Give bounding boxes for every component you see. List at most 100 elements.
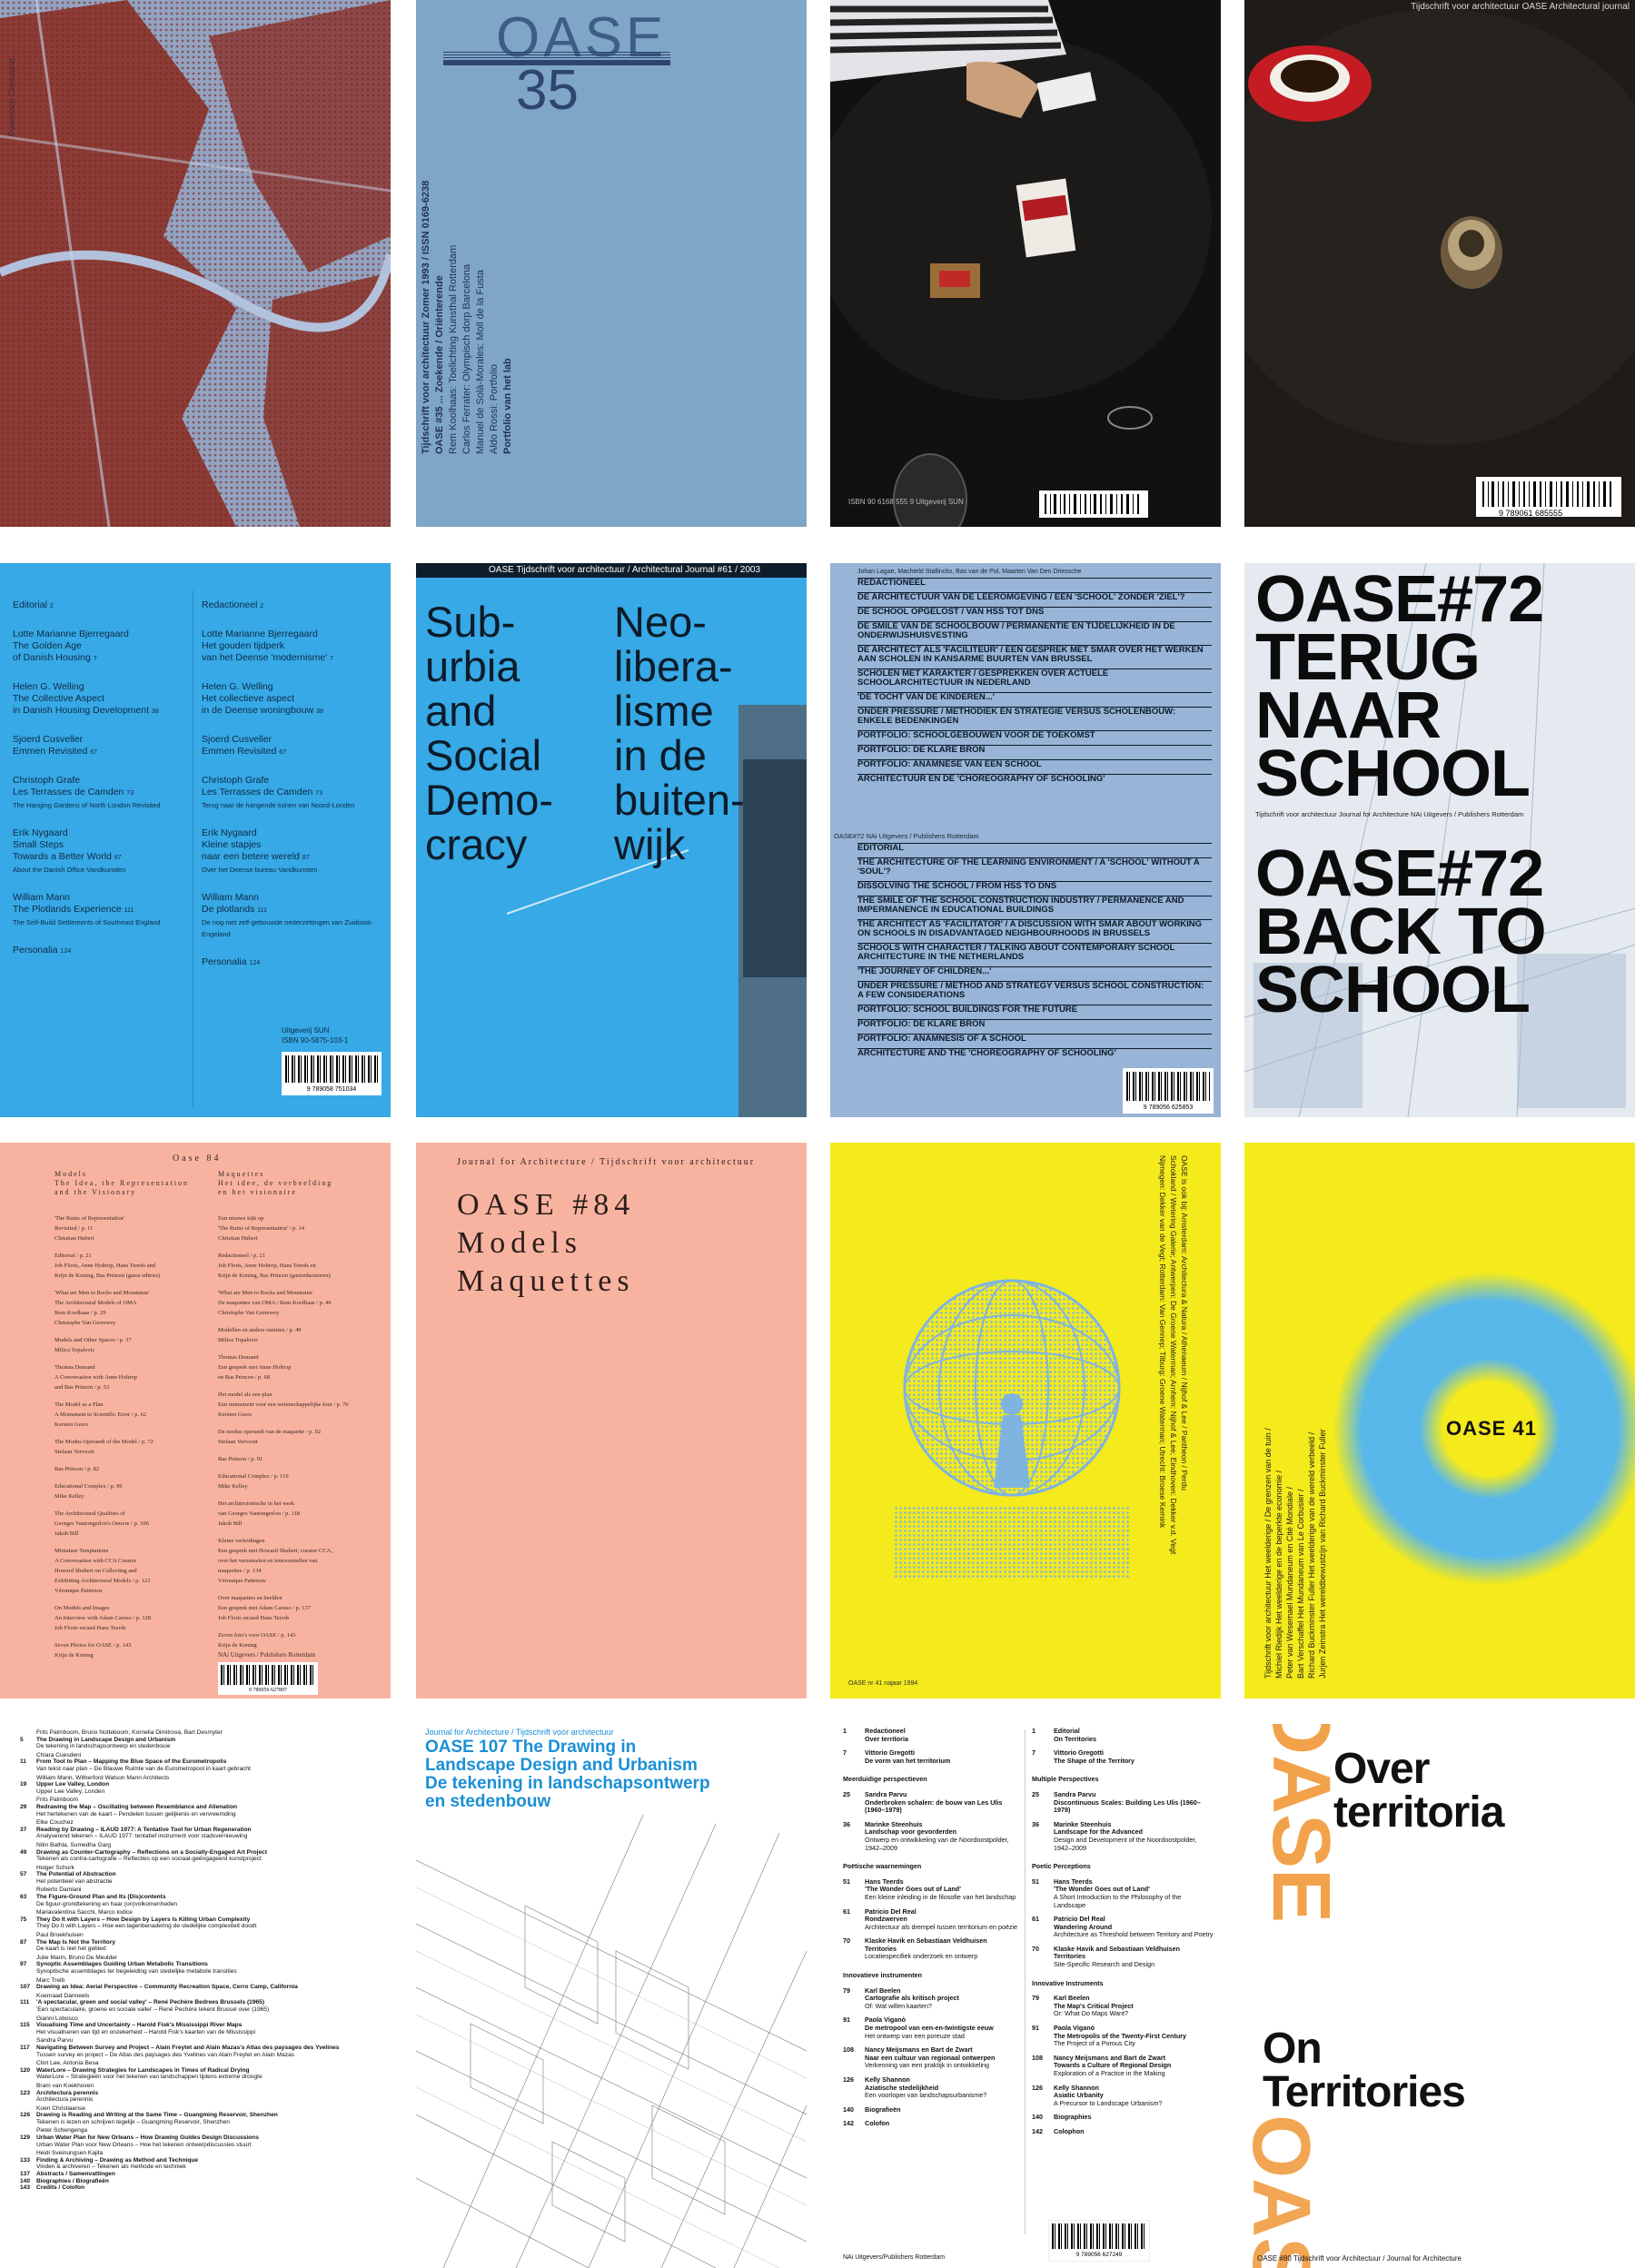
toc-line: Editorial / p. 21 xyxy=(54,1253,92,1259)
toc-row: The Golden Age xyxy=(13,640,190,652)
contents-line: Carlos Ferrater: Olympisch dorp Barcelon… xyxy=(461,263,472,454)
toc-line: Over maquettes en beelden xyxy=(218,1595,282,1601)
toc-page: 57 xyxy=(20,1871,27,1878)
toc-line: Zeven foto's voor OASE / p. 143 xyxy=(218,1632,296,1639)
heading-line: Maquettes xyxy=(218,1170,265,1178)
toc-subtitle: Over het Deense bureau Vandkunsten xyxy=(202,866,318,874)
toc-title: naar een betere wereld xyxy=(202,851,300,862)
toc-line: A Monument to Scientific Error / p. 62 xyxy=(54,1411,147,1418)
isbn: ISBN 90-5875-103-1 xyxy=(282,1036,349,1045)
toc-entry: 25 Sandra Parvu Discontinuous Scales: Buil… xyxy=(1032,1789,1214,1815)
toc-page: 7 xyxy=(93,656,97,662)
toc-entry: 36 Marinke Steenhuis Landscape for the Adv… xyxy=(1032,1820,1214,1852)
spine-line: Jurjen Zeinstra Het wereldbewustzijn van… xyxy=(1318,1429,1327,1679)
toc-page: 129 xyxy=(20,2134,31,2142)
barcode: 9 789056 627897 xyxy=(218,1662,318,1695)
toc-row: Over het Deense bureau Vandkunsten xyxy=(202,864,383,876)
coffee-photo-image xyxy=(1244,0,1635,527)
toc-page: 126 xyxy=(843,2075,854,2084)
cover-14-header: Journal for Architecture / Tijdschrift v… xyxy=(425,1728,614,1737)
cover-15-oase-80-back: 1 Redactioneel Over territoria 7 Vittorio Gr… xyxy=(830,1724,1221,2268)
toc-text: Editorial On Territories xyxy=(1054,1727,1096,1743)
toc-row: The Plotlands Experience 111 xyxy=(13,904,190,916)
cover-10-oase-84: Journal for Architecture / Tijdschrift v… xyxy=(416,1143,807,1699)
toc-author: Koen Christiaense xyxy=(36,2105,85,2112)
toc-title: Abstracts / Samenvattingen xyxy=(36,2171,115,2178)
title-line: On xyxy=(1263,2025,1323,2073)
toc-line: Modellen en andere ruimten / p. 49 xyxy=(218,1327,302,1333)
toc-title: Helen G. Welling xyxy=(202,681,273,692)
toc-line: Bas Princen / p. 82 xyxy=(54,1466,100,1472)
toc-line: Educational Complex / p. 116 xyxy=(218,1473,289,1480)
toc-title: Lotte Marianne Bjerregaard xyxy=(202,629,318,639)
toc-title: From Tool to Plan – Mapping the Blue Spa… xyxy=(36,1758,227,1766)
toc-row: De plotlands 111 xyxy=(202,904,383,916)
toc-subtitle: About the Danish Office Vandkunsten xyxy=(13,866,126,874)
toc-item: PORTFOLIO: SCHOOL BUILDINGS FOR THE FUTU… xyxy=(857,1005,1212,1015)
toc-title: in Danish Housing Development xyxy=(13,705,149,716)
toc-translation: Vinden & archiveren – Tekenen als method… xyxy=(36,2164,186,2171)
dutch-title: Neo- libera- lisme in de buiten- wijk xyxy=(614,599,745,867)
toc-row: 107 Drawing an Idea: Aerial Perspective –… xyxy=(20,1984,383,1991)
toc-row: Sjoerd Cusveller xyxy=(202,734,383,746)
toc-page: 1 xyxy=(843,1727,847,1735)
cover-4-header: Tijdschrift voor architectuur OASE Archi… xyxy=(1411,2,1630,12)
toc-item: DE ARCHITECT ALS 'FACILITEUR' / EEN GESP… xyxy=(857,645,1212,664)
toc-page: 67 xyxy=(279,749,286,756)
title-line: in de xyxy=(614,731,707,779)
toc-row: About the Danish Office Vandkunsten xyxy=(13,864,190,876)
toc-page: 111 xyxy=(257,907,267,914)
toc-page: 140 xyxy=(20,2177,31,2184)
toc-entry: 79 Karl Beelen Cartografie als kritisch pr… xyxy=(843,1986,1021,2011)
heading-line: and the Visionary xyxy=(54,1188,137,1196)
toc-title: Over territoria xyxy=(865,1734,908,1743)
toc-row: 5 The Drawing in Landscape Design and Urb… xyxy=(20,1737,383,1744)
toc-entry: 51 Hans Teerds 'The Wonder Goes out of Lan… xyxy=(1032,1877,1214,1909)
toc-row: Emmen Revisited 67 xyxy=(202,746,383,758)
toc-page: 1 xyxy=(1032,1727,1036,1735)
toc-line: Job Floris en/and Hans Teerds xyxy=(218,1615,290,1621)
toc-translation: WaterLore – Strategieën voor het tekenen… xyxy=(36,2074,263,2081)
toc-page: 124 xyxy=(60,948,72,955)
toc-row: naar een betere wereld 87 xyxy=(202,851,383,864)
toc-page: 29 xyxy=(20,1803,27,1810)
spine-line: Richard Buckminster Fuller Het weelderig… xyxy=(1307,1431,1316,1679)
toc-row: 97 Synoptic Assemblages Guiding Urban Met… xyxy=(20,1961,383,1968)
spine-line: Bart Verschaffel Het Mundaneum van Le Co… xyxy=(1296,1489,1305,1679)
toc-subtitle: Terug naar de hangende tuinen van Noord-… xyxy=(202,801,355,809)
toc-page: 126 xyxy=(1032,2083,1043,2092)
toc-text: Marinke Steenhuis Landschap voor gevorder… xyxy=(865,1820,1021,1852)
title-line: Landscape Design and Urbanism xyxy=(425,1756,698,1775)
toc-page: 5 xyxy=(20,1736,24,1743)
toc-page: 142 xyxy=(1032,2126,1043,2135)
toc-page: 79 xyxy=(1032,1994,1039,2003)
toc-title: Personalia xyxy=(13,945,58,956)
heading-line: en het visionaire xyxy=(218,1188,297,1196)
toc-line: Job Floris, Anne Holtrop, Hans Teerds an… xyxy=(54,1263,155,1269)
toc-entry: 140 Biografieën xyxy=(843,2105,1021,2114)
toc-author: Biographies xyxy=(1054,2113,1092,2122)
toc-row: 140 Biographies / Biografieën xyxy=(20,2178,383,2185)
toc-section: Innovative Instruments xyxy=(1032,1978,1104,1987)
toc-translation: Het hertekenen van de kaart – Pendelen t… xyxy=(36,1810,236,1817)
toc-line: Christophe Van Gerrewey xyxy=(54,1320,116,1326)
toc-page: 25 xyxy=(1032,1789,1039,1798)
spine-logo-text: OASE xyxy=(1255,1724,1346,1924)
toc-text: Paola Viganò De metropool van een-en-twin… xyxy=(865,2016,994,2040)
cover-5-oase-housing: Editorial 2 Lotte Marianne Bjerregaard T… xyxy=(0,563,391,1117)
toc-line: Educational Complex / p. 99 xyxy=(54,1483,123,1490)
toc-item: PORTFOLIO: DE KLARE BRON xyxy=(857,1019,1212,1029)
toc-subtitle: Site-Specific Research and Design xyxy=(1054,1960,1155,1969)
toc-entry: 36 Marinke Steenhuis Landschap voor gevord… xyxy=(843,1820,1021,1852)
toc-subtitle: Het ontwerp van een poreuze stad xyxy=(865,2031,965,2040)
toc-title: The Collective Aspect xyxy=(13,693,104,704)
toc-subtitle: De nog niet zelf-gebouwde nederzettingen… xyxy=(202,918,373,938)
toc-subtitle: The Self-Build Settlements of Southeast … xyxy=(13,918,161,926)
title-models: Models xyxy=(457,1226,582,1260)
spine-line: Michiel Riedijk Het weelderige en de bep… xyxy=(1274,1470,1283,1679)
toc-line: and Bas Princen / p. 53 xyxy=(54,1384,110,1391)
toc-subtitle: The Hanging Gardens of North London Revi… xyxy=(13,801,161,809)
toc-translation: They Do It with Layers – Hoe een lagenbe… xyxy=(36,1923,257,1930)
geodesic-sphere-illustration xyxy=(894,1279,1130,1579)
toc-text: Paola Viganò The Metropolis of the Twenty… xyxy=(1054,2024,1186,2048)
